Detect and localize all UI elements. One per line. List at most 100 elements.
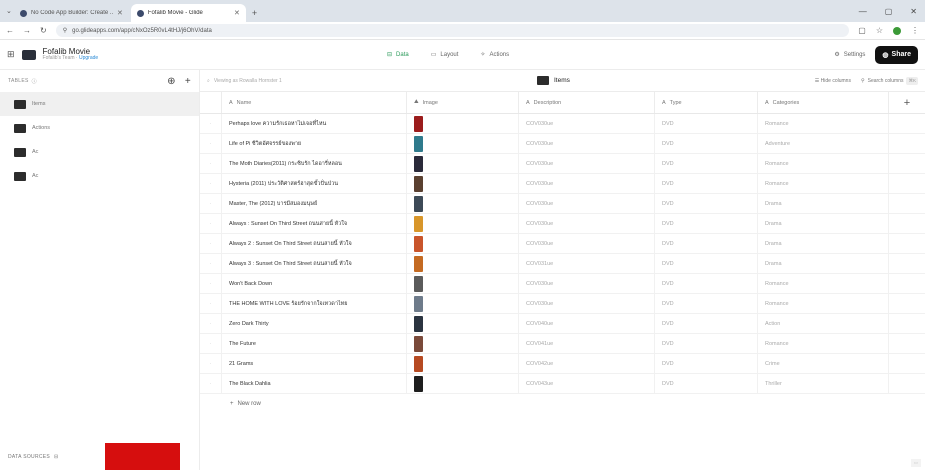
cell-description[interactable]: COV030ue [519, 174, 655, 193]
table-row[interactable]: · The Future COV041ue DVD Romance [200, 334, 925, 354]
table-row[interactable]: · Master, The (2012) บารมีสมองมนุษย์ COV03… [200, 194, 925, 214]
cell-image[interactable] [407, 334, 519, 353]
menu-dots-icon[interactable]: ⋮ [911, 26, 919, 35]
table-row[interactable]: · Life of Pi ชีวิตอัศจรรย์ของพาย COV030ue D… [200, 134, 925, 154]
table-row[interactable]: · Won't Back Down COV030ue DVD Romance [200, 274, 925, 294]
cell-image[interactable] [407, 294, 519, 313]
cell-type[interactable]: DVD [655, 294, 758, 313]
cell-type[interactable]: DVD [655, 354, 758, 373]
sidebar-item-actions[interactable]: Actions [0, 116, 199, 140]
add-column-button[interactable]: + [889, 92, 925, 113]
cell-type[interactable]: DVD [655, 274, 758, 293]
table-row[interactable]: · Always 2 : Sunset On Third Street ถนนสา… [200, 234, 925, 254]
cell-type[interactable]: DVD [655, 314, 758, 333]
table-row[interactable]: · Zero Dark Thirty COV040ue DVD Action [200, 314, 925, 334]
cell-image[interactable] [407, 354, 519, 373]
cell-description[interactable]: COV031ue [519, 254, 655, 273]
cell-description[interactable]: COV030ue [519, 234, 655, 253]
cell-description[interactable]: COV042ue [519, 354, 655, 373]
cell-image[interactable] [407, 154, 519, 173]
cell-categories[interactable]: Drama [758, 194, 889, 213]
maximize-icon[interactable]: ▢ [885, 7, 893, 16]
table-row[interactable]: · The Moth Diaries(2011) กระซิบรัก ไดอารี… [200, 154, 925, 174]
cell-name[interactable]: Won't Back Down [222, 274, 407, 293]
settings-button[interactable]: ⚙ Settings [834, 51, 865, 59]
column-header-image[interactable]: ⛰ Image [407, 92, 519, 113]
add-table-icon[interactable]: + [185, 76, 191, 87]
cell-name[interactable]: Always 3 : Sunset On Third Street ถนนสาย… [222, 254, 407, 273]
cell-categories[interactable]: Crime [758, 354, 889, 373]
cell-categories[interactable]: Drama [758, 214, 889, 233]
back-icon[interactable]: ← [6, 26, 14, 35]
row-handle[interactable]: · [200, 214, 222, 233]
cell-image[interactable] [407, 234, 519, 253]
viewing-as-filter[interactable]: ⌕ Viewing as Rowalla Hornster 1 [207, 78, 537, 84]
cell-description[interactable]: COV030ue [519, 274, 655, 293]
cell-name[interactable]: Perhaps love ความรักเธอหาไม่เจอที่ไหน [222, 114, 407, 133]
row-handle[interactable]: · [200, 334, 222, 353]
cell-image[interactable] [407, 314, 519, 333]
cell-image[interactable] [407, 114, 519, 133]
cell-name[interactable]: Master, The (2012) บารมีสมองมนุษย์ [222, 194, 407, 213]
cell-categories[interactable]: Adventure [758, 134, 889, 153]
table-row[interactable]: · The Black Dahlia COV043ue DVD Thriller [200, 374, 925, 394]
hide-columns-button[interactable]: ☰ Hide columns [815, 78, 851, 84]
url-field[interactable]: ⚲ go.glideapps.com/app/cNxOz5R0vL4tHJ/j6… [55, 24, 850, 37]
row-handle[interactable]: · [200, 314, 222, 333]
cell-image[interactable] [407, 194, 519, 213]
new-row-button[interactable]: + New row [200, 394, 925, 414]
cell-type[interactable]: DVD [655, 154, 758, 173]
add-source-icon[interactable]: ⊕ [167, 76, 176, 87]
cell-name[interactable]: Always 2 : Sunset On Third Street ถนนสาย… [222, 234, 407, 253]
search-columns-input[interactable]: ⚲ Search columns ⌘K [861, 76, 918, 85]
cell-type[interactable]: DVD [655, 374, 758, 393]
table-row[interactable]: · Hysteria (2011) ประวัติศาสตร์ฮาสุดขั้วป… [200, 174, 925, 194]
cell-categories[interactable]: Romance [758, 334, 889, 353]
cell-type[interactable]: DVD [655, 254, 758, 273]
cell-description[interactable]: COV030ue [519, 194, 655, 213]
sidebar-item-items[interactable]: Items [0, 92, 199, 116]
cell-type[interactable]: DVD [655, 334, 758, 353]
row-handle[interactable]: · [200, 374, 222, 393]
column-header-categories[interactable]: A Categories [758, 92, 889, 113]
row-handle[interactable]: · [200, 354, 222, 373]
cell-description[interactable]: COV030ue [519, 294, 655, 313]
cell-description[interactable]: COV030ue [519, 214, 655, 233]
cell-image[interactable] [407, 254, 519, 273]
cell-description[interactable]: COV043ue [519, 374, 655, 393]
row-handle[interactable]: · [200, 134, 222, 153]
forward-icon[interactable]: → [23, 26, 31, 35]
row-handle[interactable]: · [200, 154, 222, 173]
tab-data[interactable]: ⊟ Data [387, 51, 409, 59]
cell-type[interactable]: DVD [655, 134, 758, 153]
cell-name[interactable]: The Future [222, 334, 407, 353]
row-handle[interactable]: · [200, 114, 222, 133]
cell-image[interactable] [407, 134, 519, 153]
site-info-icon[interactable]: ⚲ [63, 27, 67, 34]
sidebar-item-ac-1[interactable]: Ac [0, 140, 199, 164]
cell-image[interactable] [407, 214, 519, 233]
star-icon[interactable]: ☆ [876, 26, 883, 35]
table-row[interactable]: · 21 Grams COV042ue DVD Crime [200, 354, 925, 374]
cell-categories[interactable]: Romance [758, 154, 889, 173]
cell-name[interactable]: Zero Dark Thirty [222, 314, 407, 333]
cell-categories[interactable]: Romance [758, 114, 889, 133]
table-row[interactable]: · Perhaps love ความรักเธอหาไม่เจอที่ไหน CO… [200, 114, 925, 134]
cell-categories[interactable]: Thriller [758, 374, 889, 393]
browser-tab-0[interactable]: No Code App Builder: Create ... ✕ [14, 4, 129, 22]
cell-name[interactable]: The Moth Diaries(2011) กระซิบรัก ไดอารี่… [222, 154, 407, 173]
upgrade-link[interactable]: Upgrade [79, 55, 98, 61]
cell-categories[interactable]: Action [758, 314, 889, 333]
close-tab-icon[interactable]: ✕ [234, 9, 240, 17]
close-window-icon[interactable]: ✕ [910, 7, 917, 16]
table-row[interactable]: · Always 3 : Sunset On Third Street ถนนสา… [200, 254, 925, 274]
row-handle[interactable]: · [200, 234, 222, 253]
share-button[interactable]: ◍ Share [875, 45, 918, 64]
row-handle[interactable]: · [200, 294, 222, 313]
cell-description[interactable]: COV041ue [519, 334, 655, 353]
cell-name[interactable]: 21 Grams [222, 354, 407, 373]
profile-avatar[interactable] [893, 26, 901, 35]
info-icon[interactable]: ⓘ [32, 78, 37, 85]
close-tab-icon[interactable]: ✕ [117, 9, 123, 17]
cell-image[interactable] [407, 374, 519, 393]
